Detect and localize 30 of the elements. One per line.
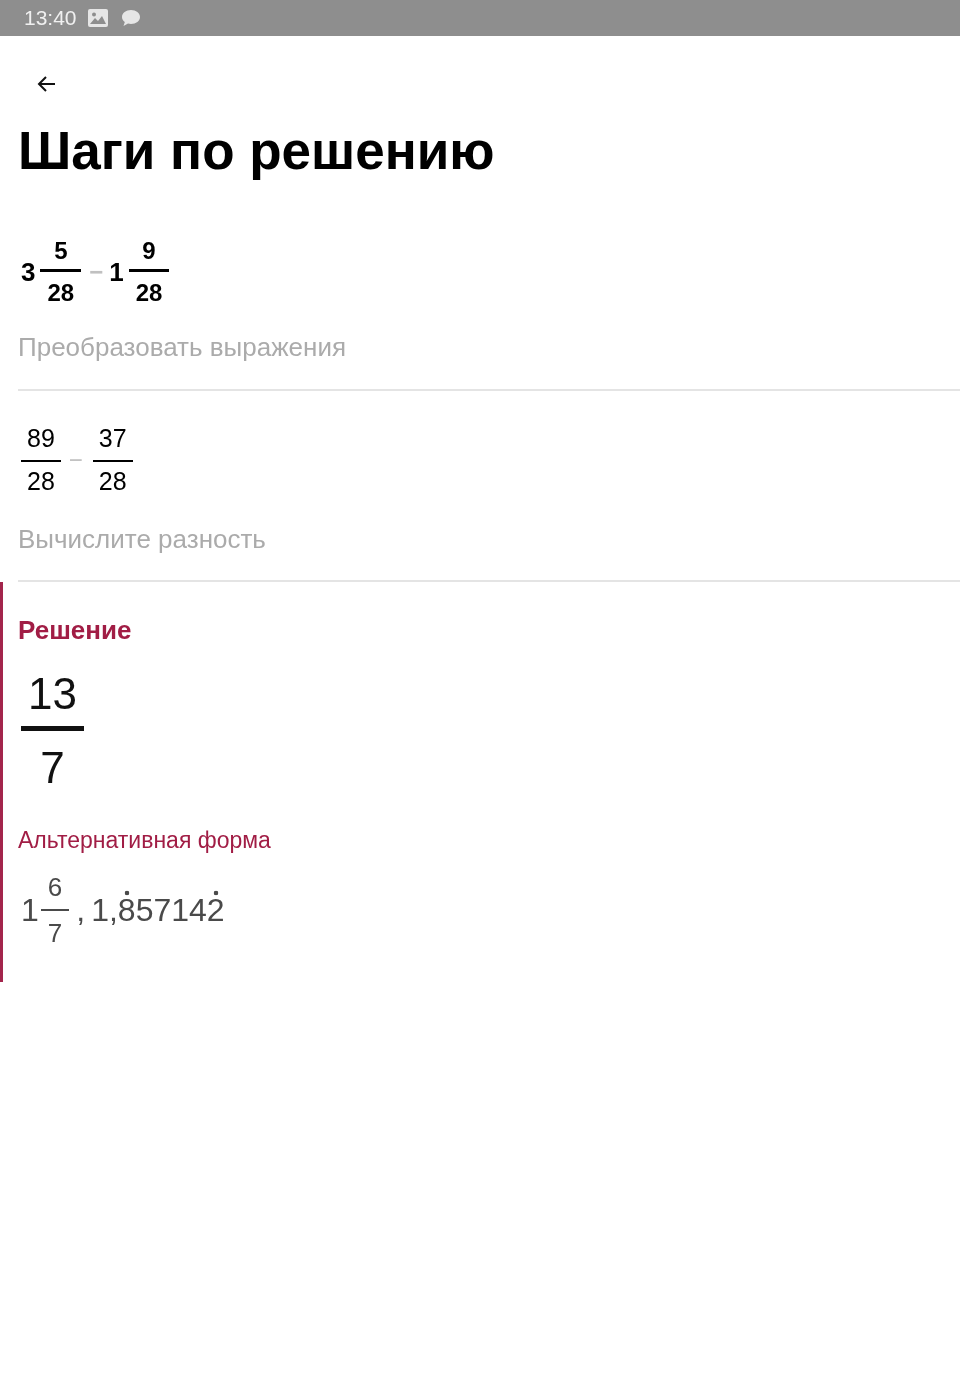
operator-sign: − bbox=[68, 445, 83, 474]
image-icon bbox=[87, 9, 108, 27]
denominator: 28 bbox=[98, 467, 127, 495]
numerator: 13 bbox=[28, 670, 77, 718]
denominator: 28 bbox=[135, 280, 163, 306]
numerator: 6 bbox=[47, 873, 63, 901]
comma-separator: , bbox=[76, 893, 86, 927]
step-caption: Вычислите разность bbox=[18, 524, 267, 554]
numerator: 5 bbox=[54, 238, 68, 264]
denominator: 28 bbox=[47, 280, 75, 306]
status-time: 13:40 bbox=[24, 6, 77, 30]
alternative-form-heading: Альтернативная форма bbox=[18, 828, 271, 852]
whole-number: 1 bbox=[109, 258, 124, 286]
whole-number: 1 bbox=[21, 893, 39, 927]
chat-bubble-icon bbox=[120, 9, 141, 27]
denominator: 7 bbox=[40, 744, 65, 792]
solution-heading: Решение bbox=[18, 615, 132, 645]
denominator: 7 bbox=[47, 919, 63, 947]
numerator: 9 bbox=[142, 238, 156, 264]
fraction-bar bbox=[40, 269, 82, 272]
numerator: 89 bbox=[27, 424, 55, 452]
fraction-bar bbox=[128, 269, 170, 272]
operator-sign: − bbox=[89, 259, 104, 285]
decimal-number: 1,857142 bbox=[91, 890, 225, 930]
fraction-bar bbox=[21, 726, 84, 731]
denominator: 28 bbox=[27, 467, 55, 495]
whole-number: 3 bbox=[21, 258, 36, 286]
numerator: 37 bbox=[98, 424, 127, 452]
step-caption: Преобразовать выражения bbox=[18, 332, 347, 362]
page-title: Шаги по решению bbox=[18, 121, 496, 181]
